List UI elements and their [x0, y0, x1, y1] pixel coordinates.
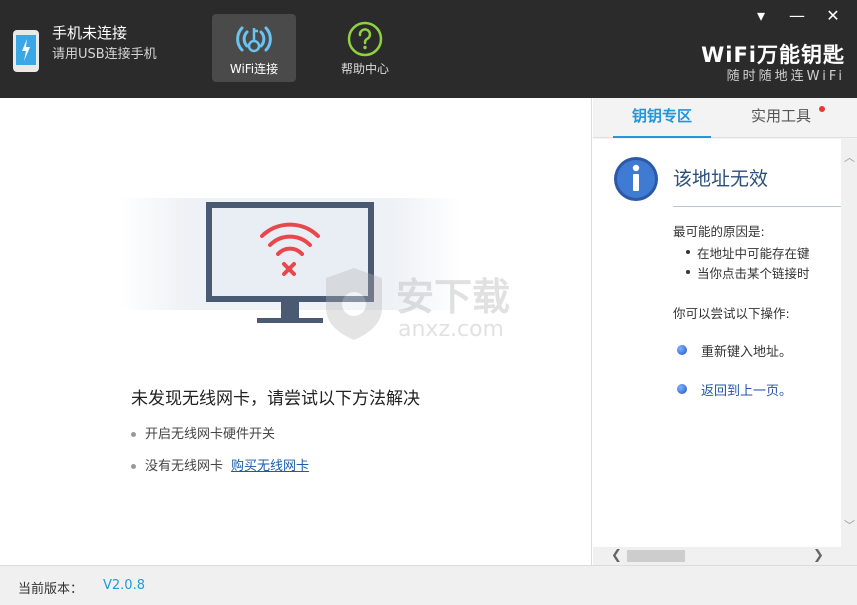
reason-heading: 最可能的原因是: — [673, 224, 765, 239]
tip-text: 开启无线网卡硬件开关 — [145, 427, 276, 442]
action-retype-address: 重新键入地址。 — [677, 341, 793, 360]
action-text: 返回到上一页。 — [701, 384, 793, 399]
reason-item: 当你点击某个链接时 — [686, 263, 810, 282]
nav-wifi-connect[interactable]: WiFi连接 — [212, 14, 296, 82]
scroll-up-icon[interactable]: ︿ — [844, 149, 855, 165]
tab-tools[interactable]: 实用工具 — [733, 98, 829, 138]
version-value: V2.0.8 — [103, 578, 145, 593]
tip-item: 开启无线网卡硬件开关 — [131, 423, 275, 442]
status-bar: 当前版本： V2.0.8 — [0, 565, 857, 605]
page-title: 该地址无效 — [673, 168, 769, 190]
watermark-logo: 安下载 anxz.com — [326, 268, 510, 342]
window-controls: ▾ — ✕ — [753, 6, 841, 25]
menu-dropdown-icon[interactable]: ▾ — [753, 6, 769, 25]
brand-logo: WiFi万能钥匙 随时随地连WiFi — [701, 42, 845, 86]
notification-dot-icon — [819, 106, 825, 112]
embedded-browser-page: 该地址无效 最可能的原因是: 在地址中可能存在键 当你点击某个链接时 你可以尝试… — [593, 139, 841, 547]
nav-help-center[interactable]: 帮助中心 — [323, 14, 407, 82]
bullet-icon — [131, 464, 136, 469]
scroll-down-icon[interactable]: ﹀ — [844, 517, 855, 533]
tab-tools-label: 实用工具 — [750, 107, 811, 125]
scroll-thumb[interactable] — [627, 550, 685, 562]
brand-name: WiFi万能钥匙 — [701, 43, 845, 67]
title-bar: 手机未连接 请用USB连接手机 WiFi连接 帮助中心 ▾ — ✕ WiFi万能… — [0, 0, 857, 98]
phone-icon — [13, 30, 39, 72]
blue-bullet-icon — [677, 345, 687, 355]
scroll-left-icon[interactable]: ❮ — [611, 548, 622, 563]
wifi-key-icon — [236, 26, 272, 53]
try-heading: 你可以尝试以下操作: — [673, 306, 790, 321]
phone-status-text: 手机未连接 — [52, 24, 128, 42]
vertical-scrollbar[interactable]: ︿ ﹀ — [841, 139, 857, 547]
minimize-icon[interactable]: — — [789, 6, 805, 25]
error-title: 未发现无线网卡，请尝试以下方法解决 — [131, 389, 420, 409]
go-back-link[interactable]: 返回到上一页。 — [677, 380, 793, 399]
bullet-icon — [131, 432, 136, 437]
reason-item: 在地址中可能存在键 — [686, 243, 810, 262]
nav-wifi-label: WiFi连接 — [229, 62, 279, 76]
phone-hint-text: 请用USB连接手机 — [52, 47, 157, 62]
help-question-icon — [347, 21, 383, 57]
nav-help-label: 帮助中心 — [340, 62, 389, 76]
watermark-text: 安下载 — [396, 275, 510, 319]
side-panel: 钥钥专区 实用工具 该地址无效 最可能的原因是: 在地址中可能存在键 当你点击某… — [593, 98, 857, 565]
action-text: 重新键入地址。 — [701, 345, 793, 360]
brand-slogan: 随时随地连WiFi — [726, 69, 845, 84]
title-divider — [673, 206, 841, 207]
phone-connection-status[interactable]: 手机未连接 请用USB连接手机 — [12, 22, 157, 74]
close-icon[interactable]: ✕ — [825, 6, 841, 25]
buy-wireless-card-link[interactable]: 购买无线网卡 — [231, 459, 309, 474]
main-panel: 安下载 anxz.com 未发现无线网卡，请尝试以下方法解决 开启无线网卡硬件开… — [0, 98, 592, 565]
tab-key-zone[interactable]: 钥钥专区 — [613, 98, 711, 138]
version-label: 当前版本： — [18, 582, 84, 597]
side-tabs: 钥钥专区 实用工具 — [593, 98, 857, 138]
scroll-right-icon[interactable]: ❯ — [813, 548, 824, 563]
watermark-domain: anxz.com — [398, 317, 504, 342]
horizontal-scrollbar[interactable]: ❮ ❯ — [593, 547, 857, 565]
tip-text: 没有无线网卡 — [145, 459, 224, 474]
info-icon — [614, 157, 658, 201]
tip-item: 没有无线网卡 购买无线网卡 — [131, 455, 309, 474]
blue-bullet-icon — [677, 384, 687, 394]
